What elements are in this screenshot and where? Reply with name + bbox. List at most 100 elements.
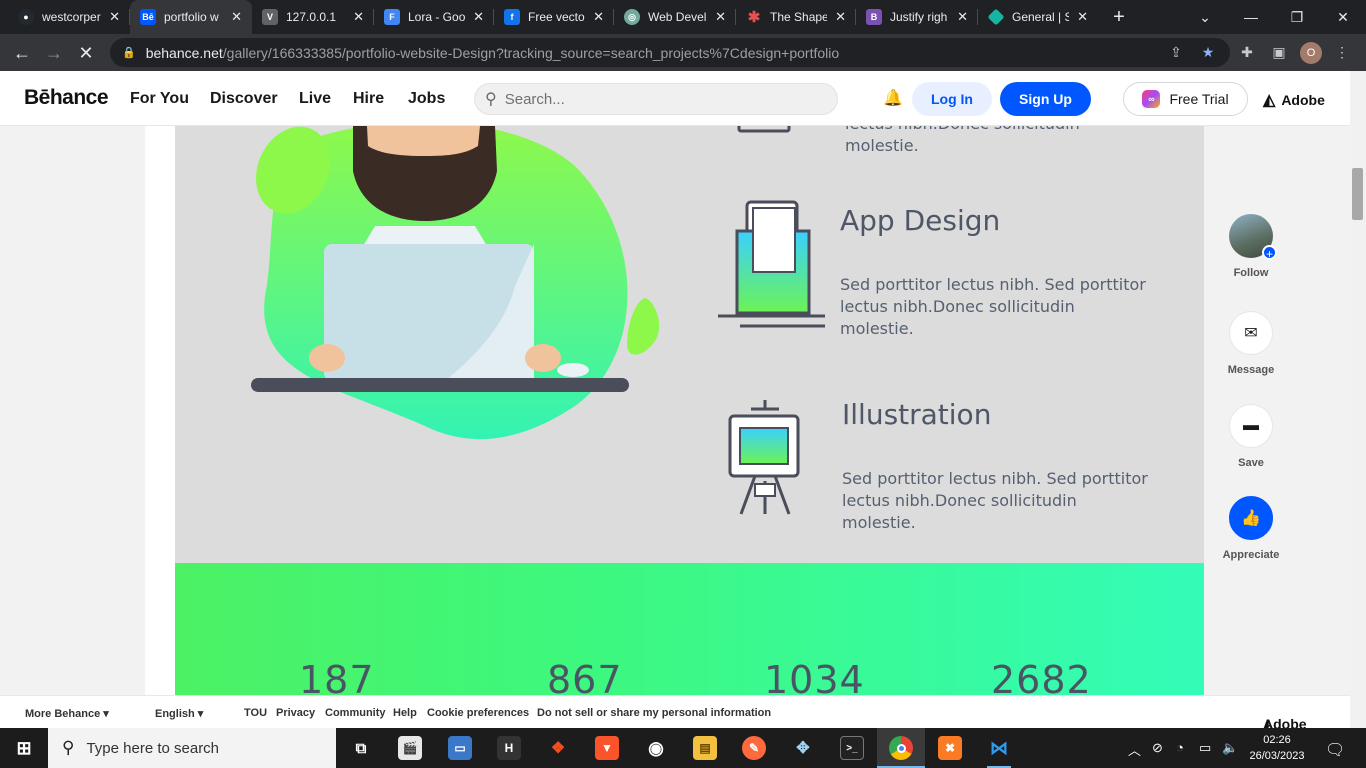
profile-avatar[interactable]: O	[1300, 42, 1322, 64]
service-description-line: lectus nibh.Donec sollicitudin molestie.	[842, 491, 1077, 532]
chrome-icon[interactable]	[889, 736, 913, 760]
asterisk-icon: ✱	[747, 9, 761, 26]
nav-discover[interactable]: Discover	[210, 90, 278, 108]
free-trial-button[interactable]: ∞ Free Trial	[1123, 82, 1248, 116]
service-description-line: Sed porttitor lectus nibh. Sed porttitor	[840, 275, 1146, 294]
tab-title: Free vecto	[528, 10, 585, 24]
h-app-icon[interactable]: H	[497, 736, 521, 760]
close-tab-icon[interactable]: ✕	[231, 9, 242, 25]
search-input[interactable]: ⚲ Search...	[474, 83, 838, 115]
forward-arrow-icon[interactable]: →	[41, 40, 67, 66]
adobe-label: Adobe	[1281, 92, 1325, 108]
nav-jobs[interactable]: Jobs	[408, 90, 445, 108]
github-icon: ●	[18, 9, 34, 25]
video-editor-icon[interactable]: 🎬	[398, 736, 422, 760]
close-tab-icon[interactable]: ✕	[835, 9, 846, 25]
tab-title: 127.0.0.1	[286, 10, 337, 24]
file-explorer-icon[interactable]: ▤	[693, 736, 717, 760]
terminal-icon[interactable]: >_	[840, 736, 864, 760]
footer-link-tou[interactable]: TOU	[244, 707, 267, 719]
nav-live[interactable]: Live	[299, 90, 331, 108]
free-trial-label: Free Trial	[1169, 91, 1229, 107]
stat-number: 867	[547, 658, 623, 695]
windows-start-icon[interactable]: ⊞	[12, 736, 36, 760]
close-tab-icon[interactable]: ✕	[715, 9, 726, 25]
follow-action[interactable]: + Follow	[1221, 214, 1281, 279]
owner-avatar[interactable]: +	[1229, 214, 1277, 261]
brave-icon[interactable]: ▼	[595, 736, 619, 760]
folder-icon[interactable]: ▬	[1229, 404, 1273, 448]
more-behance-dropdown[interactable]: More Behance ▾	[25, 707, 109, 720]
footer-link-do-not-sell[interactable]: Do not sell or share my personal informa…	[537, 707, 771, 719]
bell-icon[interactable]: 🔔	[883, 88, 903, 108]
xampp-icon[interactable]: ✖	[938, 736, 962, 760]
address-bar[interactable]: 🔒 behance.net/gallery/166333385/portfoli…	[110, 38, 1230, 67]
browser-tab[interactable]: ● westcorper ✕	[8, 0, 130, 34]
footer-link-community[interactable]: Community	[325, 707, 386, 719]
obs-icon[interactable]: ◉	[644, 736, 668, 760]
browser-tab[interactable]: f Free vecto ✕	[494, 0, 614, 34]
freepik-icon: f	[504, 9, 520, 25]
wifi-icon[interactable]: ◔	[1176, 740, 1184, 755]
browser-tab[interactable]: V 127.0.0.1 ✕	[252, 0, 374, 34]
footer-link-privacy[interactable]: Privacy	[276, 707, 315, 719]
save-action[interactable]: ▬ Save	[1221, 404, 1281, 469]
volume-icon[interactable]: 🔈	[1222, 740, 1238, 756]
back-arrow-icon[interactable]: ←	[9, 40, 35, 66]
stat-number: 2682	[991, 658, 1092, 695]
laptop-app-icon[interactable]: ▭	[448, 736, 472, 760]
tray-chevron-icon[interactable]: ︿	[1128, 740, 1141, 759]
close-tab-icon[interactable]: ✕	[109, 9, 120, 25]
browser-tab[interactable]: General | S ✕	[978, 0, 1098, 34]
scrollbar-thumb[interactable]	[1352, 168, 1363, 220]
task-view-icon[interactable]: ⧉	[349, 736, 373, 760]
search-placeholder: Search...	[504, 90, 565, 108]
extensions-puzzle-icon[interactable]: ✚	[1237, 42, 1257, 62]
new-tab-button[interactable]: +	[1108, 6, 1130, 28]
language-dropdown[interactable]: English ▾	[155, 707, 203, 720]
kebab-menu-icon[interactable]: ⋮	[1332, 42, 1352, 62]
close-window-button[interactable]: ✕	[1320, 0, 1366, 34]
close-tab-icon[interactable]: ✕	[1077, 9, 1088, 25]
footer-link-cookies[interactable]: Cookie preferences	[427, 707, 529, 719]
tab-title: westcorper	[42, 10, 101, 24]
close-tab-icon[interactable]: ✕	[353, 9, 364, 25]
browser-tab[interactable]: B Justify righ ✕	[856, 0, 978, 34]
nav-hire[interactable]: Hire	[353, 90, 384, 108]
taskbar-search-input[interactable]: ⚲ Type here to search	[48, 728, 336, 768]
browser-tab[interactable]: ✱ The Shape ✕	[736, 0, 856, 34]
tab-search-chevron-icon[interactable]: ⌄	[1182, 0, 1228, 34]
thumbs-up-icon[interactable]: 👍	[1229, 496, 1273, 540]
adobe-link[interactable]: ◭ Adobe	[1263, 90, 1325, 110]
side-panel-icon[interactable]: ▣	[1269, 42, 1289, 62]
close-tab-icon[interactable]: ✕	[593, 9, 604, 25]
browser-tab[interactable]: ◎ Web Devel ✕	[614, 0, 736, 34]
system-clock[interactable]: 02:26 26/03/2023	[1247, 732, 1307, 764]
envelope-icon[interactable]: ✉	[1229, 311, 1273, 355]
nav-for-you[interactable]: For You	[130, 90, 189, 108]
stop-loading-icon[interactable]: ✕	[73, 40, 99, 66]
figma-icon[interactable]: ❖	[546, 736, 570, 760]
login-button[interactable]: Log In	[912, 82, 992, 116]
close-tab-icon[interactable]: ✕	[473, 9, 484, 25]
service-description: lectus nibh.Donec sollicitudin molestie.	[845, 126, 1080, 155]
vscode-icon[interactable]: ⋈	[987, 736, 1011, 760]
close-tab-icon[interactable]: ✕	[957, 9, 968, 25]
postman-icon[interactable]: ✎	[742, 736, 766, 760]
game-controller-icon[interactable]: ✥	[791, 736, 815, 760]
appreciate-action[interactable]: 👍 Appreciate	[1221, 496, 1281, 561]
restore-button[interactable]: ❐	[1274, 0, 1320, 34]
minimize-button[interactable]: —	[1228, 0, 1274, 34]
footer-link-help[interactable]: Help	[393, 707, 417, 719]
browser-tab-active[interactable]: Bē portfolio w ✕	[130, 0, 252, 34]
notifications-icon[interactable]: 🗨	[1325, 740, 1345, 760]
signup-button[interactable]: Sign Up	[1000, 82, 1091, 116]
share-icon[interactable]: ⇪	[1166, 42, 1186, 62]
browser-tab[interactable]: F Lora - Goo ✕	[374, 0, 494, 34]
behance-logo[interactable]: Bēhance	[24, 86, 109, 110]
battery-icon[interactable]: ▭	[1199, 740, 1211, 756]
message-action[interactable]: ✉ Message	[1221, 311, 1281, 376]
bookmark-star-icon[interactable]: ★	[1198, 42, 1218, 62]
stat-number: 1034	[764, 658, 865, 695]
network-off-icon[interactable]: ⊘	[1152, 740, 1163, 756]
